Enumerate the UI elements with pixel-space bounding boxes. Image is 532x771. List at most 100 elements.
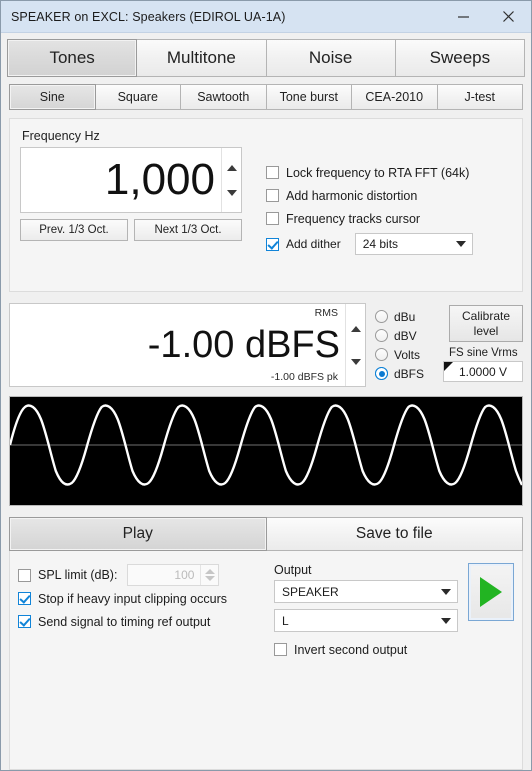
peak-level-label: -1.00 dBFS pk	[270, 371, 338, 383]
lock-frequency-checkbox[interactable]	[266, 166, 279, 179]
volts-label: Volts	[394, 347, 421, 362]
add-dither-label: Add dither	[286, 237, 341, 251]
frequency-stepper[interactable]	[221, 148, 241, 212]
spl-limit-value: 100	[174, 568, 195, 582]
frequency-left-column: 1,000 Prev. 1/3 Oct. Next 1/3 Oct.	[20, 147, 242, 256]
dbfs-label: dBFS	[394, 366, 425, 381]
chevron-down-icon	[455, 241, 466, 247]
play-icon	[480, 577, 502, 607]
play-button[interactable]	[468, 563, 514, 621]
subtab-square[interactable]: Square	[94, 84, 181, 110]
tab-save-to-file[interactable]: Save to file	[265, 517, 523, 551]
subtab-sine[interactable]: Sine	[9, 84, 96, 110]
unit-dbv[interactable]: dBV	[375, 326, 437, 345]
subtab-tone-burst[interactable]: Tone burst	[265, 84, 352, 110]
tab-multitone[interactable]: Multitone	[136, 39, 267, 77]
invert-second-output-label: Invert second output	[294, 642, 408, 657]
spl-limit-stepper-arrows[interactable]	[200, 565, 218, 585]
frequency-group-label: Frequency Hz	[22, 129, 100, 143]
close-icon[interactable]	[486, 1, 531, 32]
spl-stepper-down-icon[interactable]	[204, 576, 215, 581]
title-bar: SPEAKER on EXCL: Speakers (EDIROL UA-1A)	[1, 1, 531, 33]
stepper-down-icon[interactable]	[226, 189, 237, 196]
level-input[interactable]: RMS -1.00 dBFS -1.00 dBFS pk	[9, 303, 366, 387]
level-stepper[interactable]	[345, 304, 365, 386]
calibration-column: Calibrate level FS sine Vrms 1.0000 V	[437, 303, 523, 387]
tracks-cursor-checkbox[interactable]	[266, 212, 279, 225]
spl-limit-checkbox[interactable]	[18, 568, 31, 582]
spl-limit-stepper[interactable]: 100	[127, 564, 220, 586]
tab-play[interactable]: Play	[9, 517, 267, 551]
calibrate-level-button[interactable]: Calibrate level	[449, 305, 523, 342]
option-lock-frequency[interactable]: Lock frequency to RTA FFT (64k)	[266, 161, 512, 184]
tab-tones[interactable]: Tones	[7, 39, 138, 77]
next-third-octave-button[interactable]: Next 1/3 Oct.	[134, 219, 242, 241]
level-panel: RMS -1.00 dBFS -1.00 dBFS pk dBu dBV Vol…	[9, 303, 523, 387]
option-tracks-cursor[interactable]: Frequency tracks cursor	[266, 207, 512, 230]
tab-sweeps[interactable]: Sweeps	[394, 39, 525, 77]
dbv-radio[interactable]	[375, 329, 388, 342]
level-stepper-down-icon[interactable]	[350, 358, 361, 365]
dbfs-radio[interactable]	[375, 367, 388, 380]
sub-tab-bar: Sine Square Sawtooth Tone burst CEA-2010…	[1, 77, 531, 110]
tracks-cursor-label: Frequency tracks cursor	[286, 211, 421, 226]
stop-clipping-row[interactable]: Stop if heavy input clipping occurs	[18, 587, 264, 610]
frequency-input[interactable]: 1,000	[20, 147, 242, 213]
tab-noise[interactable]: Noise	[265, 39, 396, 77]
dither-depth-value: 24 bits	[362, 237, 399, 251]
unit-dbu[interactable]: dBu	[375, 307, 437, 326]
fs-sine-vrms-label: FS sine Vrms	[449, 347, 518, 359]
stepper-up-icon[interactable]	[226, 164, 237, 171]
dither-depth-select[interactable]: 24 bits	[354, 233, 473, 255]
level-stepper-up-icon[interactable]	[350, 325, 361, 332]
chevron-down-icon	[441, 588, 451, 595]
stop-clipping-checkbox[interactable]	[18, 592, 31, 605]
subtab-j-test[interactable]: J-test	[436, 84, 523, 110]
harmonic-distortion-checkbox[interactable]	[266, 189, 279, 202]
rms-label: RMS	[314, 307, 338, 319]
bottom-left-column: SPL limit (dB): 100 Stop if heavy input …	[18, 563, 264, 763]
spl-stepper-up-icon[interactable]	[204, 569, 215, 574]
action-tab-bar: Play Save to file	[9, 517, 523, 551]
lock-frequency-label: Lock frequency to RTA FFT (64k)	[286, 165, 470, 180]
frequency-row: 1,000 Prev. 1/3 Oct. Next 1/3 Oct. Lock …	[20, 147, 512, 256]
dbu-label: dBu	[394, 309, 416, 324]
window-title: SPEAKER on EXCL: Speakers (EDIROL UA-1A)	[11, 9, 286, 24]
unit-volts[interactable]: Volts	[375, 345, 437, 364]
output-label: Output	[274, 563, 312, 577]
timing-ref-checkbox[interactable]	[18, 615, 31, 628]
minimize-icon[interactable]	[441, 1, 486, 32]
spl-limit-label: SPL limit (dB):	[38, 568, 118, 582]
volts-radio[interactable]	[375, 348, 388, 361]
frequency-value: 1,000	[104, 155, 215, 204]
output-channel-value: L	[282, 613, 289, 628]
output-device-select[interactable]: SPEAKER	[274, 580, 458, 603]
play-button-column	[458, 563, 514, 763]
level-display: RMS -1.00 dBFS -1.00 dBFS pk	[10, 304, 345, 386]
fs-sine-vrms-input[interactable]: 1.0000 V	[443, 361, 523, 382]
level-value: -1.00 dBFS	[147, 324, 340, 366]
unit-dbfs[interactable]: dBFS	[375, 364, 437, 383]
option-add-dither: Add dither 24 bits	[266, 232, 512, 256]
output-channel-select[interactable]: L	[274, 609, 458, 632]
output-column: Output SPEAKER L Invert second output	[274, 563, 458, 763]
frequency-panel: Frequency Hz 1,000 Prev. 1/3 Oct. Next 1…	[9, 118, 523, 292]
add-dither-checkbox[interactable]	[266, 237, 279, 251]
invert-second-output-checkbox[interactable]	[274, 643, 287, 656]
option-harmonic-distortion[interactable]: Add harmonic distortion	[266, 184, 512, 207]
subtab-cea-2010[interactable]: CEA-2010	[351, 84, 438, 110]
prev-third-octave-button[interactable]: Prev. 1/3 Oct.	[20, 219, 128, 241]
harmonic-distortion-label: Add harmonic distortion	[286, 188, 418, 203]
main-tab-bar: Tones Multitone Noise Sweeps	[1, 33, 531, 77]
dbu-radio[interactable]	[375, 310, 388, 323]
dbv-label: dBV	[394, 328, 417, 343]
waveform-display	[9, 396, 523, 506]
bottom-right-column: Output SPEAKER L Invert second output	[264, 563, 514, 763]
level-controls: dBu dBV Volts dBFS Calibrate level FS si…	[366, 303, 523, 387]
spl-limit-row: SPL limit (dB): 100	[18, 563, 264, 587]
subtab-sawtooth[interactable]: Sawtooth	[180, 84, 267, 110]
timing-ref-row[interactable]: Send signal to timing ref output	[18, 610, 264, 633]
invert-second-output-row[interactable]: Invert second output	[274, 638, 458, 661]
bottom-panel: SPL limit (dB): 100 Stop if heavy input …	[9, 551, 523, 770]
timing-ref-label: Send signal to timing ref output	[38, 614, 211, 629]
